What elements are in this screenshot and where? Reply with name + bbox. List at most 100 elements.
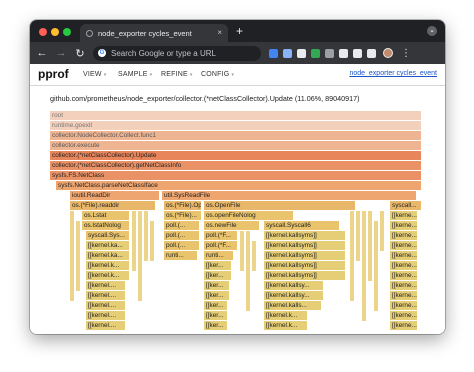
- flame-frame[interactable]: [[kernel.kallsyms]]: [264, 251, 346, 260]
- flame-frame[interactable]: [[kernel....: [86, 311, 126, 320]
- flame-frame[interactable]: os.(*File).Open: [164, 201, 202, 210]
- flame-frame[interactable]: [[kernel.kallsyms]]: [264, 271, 346, 280]
- menu-refine[interactable]: REFINE ▾: [161, 71, 193, 78]
- flame-frame[interactable]: [150, 221, 155, 261]
- flame-frame[interactable]: [[kerne...: [390, 281, 418, 290]
- flame-frame[interactable]: [[kerne...: [390, 321, 418, 330]
- flame-frame[interactable]: [356, 211, 361, 261]
- flame-frame[interactable]: [[kernel.kallsyms]]: [264, 241, 346, 250]
- close-window-button[interactable]: [39, 28, 47, 36]
- extension-icon[interactable]: [311, 48, 320, 58]
- flame-frame[interactable]: ioutil.ReadDir: [70, 191, 160, 200]
- flame-frame[interactable]: [[kernel....: [86, 301, 126, 310]
- flame-frame[interactable]: [[ker...: [204, 271, 232, 280]
- flame-frame[interactable]: [[kerne...: [390, 291, 418, 300]
- flame-frame[interactable]: collector.execute: [50, 141, 422, 150]
- flame-frame[interactable]: [374, 221, 379, 311]
- flame-frame[interactable]: [132, 211, 137, 271]
- extension-icon[interactable]: [283, 48, 292, 58]
- flame-frame[interactable]: [[kernel.ka...: [86, 251, 130, 260]
- flame-frame[interactable]: [350, 211, 355, 301]
- flame-frame[interactable]: util.SysReadFile: [162, 191, 417, 200]
- flame-frame[interactable]: [[kernel.k...: [264, 311, 308, 320]
- flame-frame[interactable]: [[kerne...: [390, 211, 418, 220]
- flame-frame[interactable]: [[ker...: [204, 301, 228, 310]
- flame-frame[interactable]: [[kernel.kallsyms]]: [264, 231, 346, 240]
- flame-frame[interactable]: syscall...: [390, 201, 422, 210]
- flame-frame[interactable]: collector.NodeCollector.Collect.func1: [50, 131, 422, 140]
- flame-frame[interactable]: os.OpenFile: [204, 201, 356, 210]
- flame-frame[interactable]: syscall.Sys...: [86, 231, 130, 240]
- menu-view[interactable]: VIEW ▾: [83, 71, 106, 78]
- profile-title-link[interactable]: node_exporter cycles_event: [349, 70, 437, 77]
- menu-sample[interactable]: SAMPLE ▾: [118, 71, 152, 78]
- flame-frame[interactable]: collector.(*netClassCollector).getNetCla…: [50, 161, 422, 170]
- flame-frame[interactable]: sysfs.NetClass.parseNetClassIface: [56, 181, 422, 190]
- flame-frame[interactable]: os.openFileNolog: [204, 211, 294, 220]
- flame-frame[interactable]: [380, 211, 385, 251]
- flame-frame[interactable]: [[ker...: [204, 261, 232, 270]
- flame-frame[interactable]: [[kerne...: [390, 311, 418, 320]
- flame-frame[interactable]: [[kerne...: [390, 241, 418, 250]
- flame-frame[interactable]: [[kerne...: [390, 261, 418, 270]
- flame-frame[interactable]: [[kernel.kalls...: [264, 301, 322, 310]
- flame-frame[interactable]: os.(*File).readdir: [70, 201, 156, 210]
- flame-frame[interactable]: os.lstatNolog: [82, 221, 130, 230]
- browser-menu-icon[interactable]: ⋮: [401, 48, 411, 59]
- flame-frame[interactable]: [252, 241, 257, 271]
- flame-frame[interactable]: [[kernel.kallsy...: [264, 291, 324, 300]
- flame-frame[interactable]: [[kerne...: [390, 221, 418, 230]
- flame-frame[interactable]: sysfs.FS.NetClass: [50, 171, 422, 180]
- flame-frame[interactable]: poll.(*F...: [204, 231, 238, 240]
- flame-frame[interactable]: collector.(*netClassCollector).Update: [50, 151, 422, 160]
- flame-frame[interactable]: [[kerne...: [390, 251, 418, 260]
- extension-icon[interactable]: [297, 48, 306, 58]
- flame-frame[interactable]: runti...: [164, 251, 198, 260]
- extension-icon[interactable]: [325, 48, 334, 58]
- extension-icon[interactable]: [339, 48, 348, 58]
- maximize-window-button[interactable]: [63, 28, 71, 36]
- flame-frame[interactable]: os.(*File)...: [164, 211, 202, 220]
- flame-frame[interactable]: [144, 211, 149, 261]
- browser-tab[interactable]: node_exporter cycles_event ×: [80, 24, 228, 42]
- flame-frame[interactable]: poll.(...: [164, 241, 200, 250]
- address-bar[interactable]: G Search Google or type a URL: [93, 45, 261, 61]
- flame-frame[interactable]: runtime.goexit: [50, 121, 422, 130]
- extension-icon[interactable]: [367, 48, 376, 58]
- flame-frame[interactable]: poll.(...: [164, 221, 200, 230]
- flame-frame[interactable]: [240, 231, 245, 271]
- flame-frame[interactable]: [[kernel....: [86, 291, 126, 300]
- flame-frame[interactable]: os.Lstat: [82, 211, 130, 220]
- flame-frame[interactable]: os.newFile: [204, 221, 260, 230]
- flame-frame[interactable]: [[kerne...: [390, 231, 418, 240]
- reload-icon[interactable]: ↻: [73, 47, 87, 60]
- new-tab-button[interactable]: +: [236, 24, 243, 38]
- flame-frame[interactable]: [368, 211, 373, 281]
- flame-frame[interactable]: [138, 211, 143, 301]
- flame-frame[interactable]: [[kernel.kallsyms]]: [264, 261, 346, 270]
- flame-frame[interactable]: [[kernel.kallsy...: [264, 281, 324, 290]
- flame-frame[interactable]: poll.(*F...: [204, 241, 238, 250]
- extension-icon[interactable]: [269, 48, 278, 58]
- flame-frame[interactable]: [[ker...: [204, 321, 228, 330]
- flame-frame[interactable]: [[ker...: [204, 311, 228, 320]
- flame-frame[interactable]: [70, 211, 75, 301]
- minimize-window-button[interactable]: [51, 28, 59, 36]
- flame-frame[interactable]: [[kernel.k...: [86, 271, 130, 280]
- menu-config[interactable]: CONFIG ▾: [201, 71, 234, 78]
- flame-frame[interactable]: [[ker...: [204, 291, 230, 300]
- flame-frame[interactable]: [[kernel....: [86, 321, 126, 330]
- flame-frame[interactable]: [[ker...: [204, 281, 230, 290]
- flame-frame[interactable]: [[kerne...: [390, 301, 418, 310]
- flame-frame[interactable]: [[kernel.k...: [86, 261, 130, 270]
- flame-frame[interactable]: [76, 221, 81, 291]
- flame-frame[interactable]: syscall.Syscall6: [264, 221, 340, 230]
- tab-search-icon[interactable]: ⌄: [427, 26, 437, 36]
- flame-frame[interactable]: [[kernel.k...: [264, 321, 308, 330]
- back-arrow-icon[interactable]: ←: [35, 47, 49, 59]
- flame-frame[interactable]: [[kerne...: [390, 271, 418, 280]
- flame-frame[interactable]: [246, 231, 251, 311]
- flame-frame[interactable]: root: [50, 111, 422, 120]
- forward-arrow-icon[interactable]: →: [54, 47, 68, 59]
- profile-avatar[interactable]: [383, 48, 393, 58]
